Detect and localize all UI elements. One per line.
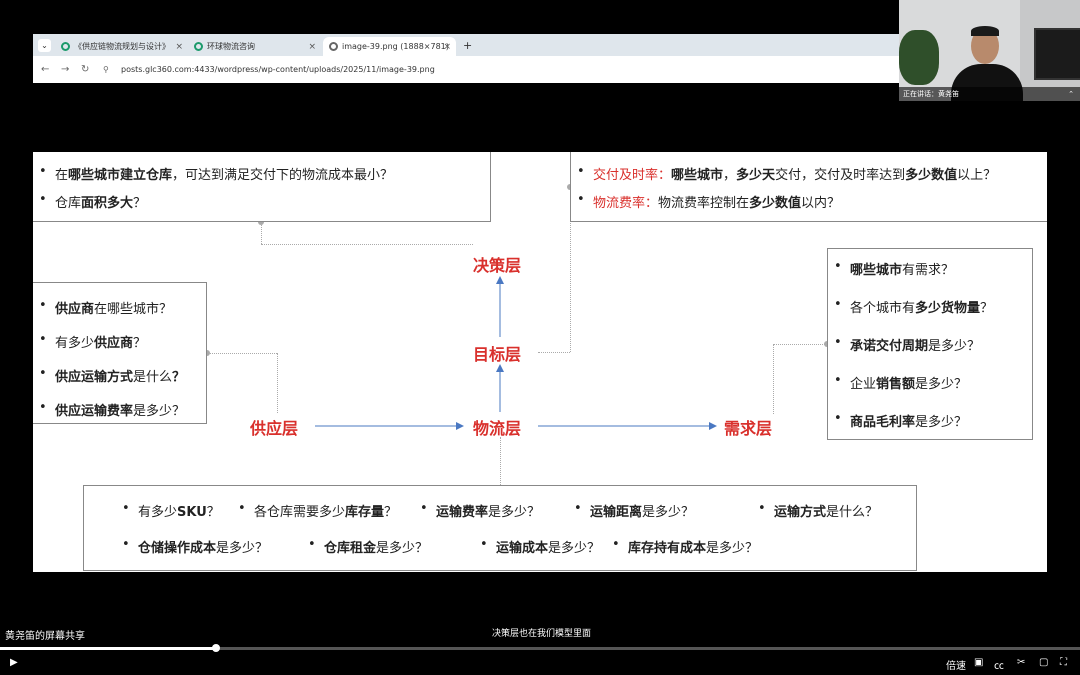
fullscreen-icon[interactable]: ⛶ [1060, 657, 1067, 668]
close-icon[interactable]: × [175, 42, 183, 52]
url-field[interactable]: posts.glc360.com:4433/wordpress/wp-conte… [121, 65, 435, 74]
chevron-up-icon[interactable]: ⌃ [1068, 87, 1074, 101]
tab-1[interactable]: 《供应链物流规划与设计》 × [55, 37, 188, 56]
reload-icon[interactable]: ↻ [81, 64, 89, 75]
live-subtitle: 决策层也在我们模型里面 [488, 626, 596, 639]
tab-search-menu[interactable]: ⌄ [38, 39, 51, 52]
progress-knob[interactable] [212, 644, 220, 652]
progress-fill [0, 647, 216, 650]
tab-bar: ⌄ 《供应链物流规划与设计》 × 环球物流咨询 × image-39.png (… [33, 34, 899, 56]
site-icon [61, 42, 70, 51]
play-icon[interactable]: ▶ [10, 657, 18, 668]
clip-icon[interactable]: ✂ [1017, 657, 1025, 668]
speaker-label-bar: 正在讲话：黄尧笛 ⌃ [899, 87, 1080, 101]
new-tab-button[interactable]: + [463, 39, 472, 52]
plant [899, 30, 939, 85]
screen-share-caption: 黄尧笛的屏幕共享 [5, 631, 85, 642]
close-icon[interactable]: × [443, 42, 451, 52]
flow-arrows [315, 276, 717, 430]
browser-window: ⌄ 《供应链物流规划与设计》 × 环球物流咨询 × image-39.png (… [33, 34, 899, 83]
tab-title: 环球物流咨询 [207, 42, 255, 51]
cc-icon[interactable]: ㏄ [994, 657, 1004, 672]
site-info-icon[interactable]: ⚲ [103, 65, 109, 74]
tab-title: image-39.png (1888×781) [342, 42, 449, 51]
address-bar: ← → ↻ ⚲ posts.glc360.com:4433/wordpress/… [33, 56, 899, 83]
globe-icon [329, 42, 338, 51]
close-icon[interactable]: × [308, 42, 316, 52]
tab-3[interactable]: image-39.png (1888×781) × [323, 37, 456, 56]
slide: 在哪些城市建立仓库，可达到满足交付下的物流成本最小？ 仓库面积多大？ 交付及时率… [33, 152, 1047, 572]
tab-2[interactable]: 环球物流咨询 × [188, 37, 321, 56]
forward-icon[interactable]: → [61, 64, 69, 75]
site-icon [194, 42, 203, 51]
progress-bar[interactable] [0, 644, 1080, 652]
monitor [1034, 28, 1080, 80]
tab-title: 《供应链物流规划与设计》 [74, 42, 170, 51]
speaker-label: 正在讲话：黄尧笛 [903, 90, 959, 98]
back-icon[interactable]: ← [41, 64, 49, 75]
speed-button[interactable]: 倍速 [946, 657, 966, 672]
caption-toggle-icon[interactable]: ▣ [974, 657, 983, 668]
speaker-video: 正在讲话：黄尧笛 ⌃ [899, 0, 1080, 101]
pip-icon[interactable]: ▢ [1039, 657, 1048, 668]
